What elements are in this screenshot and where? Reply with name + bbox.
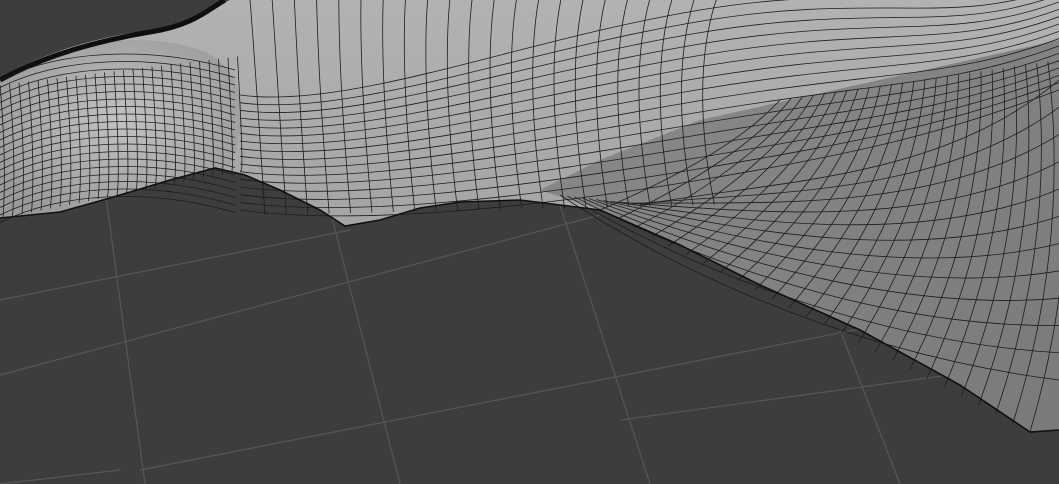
mesh-object[interactable] [0,0,1059,433]
3d-viewport[interactable] [0,0,1059,484]
grid-line [0,469,121,484]
grid-line [329,209,401,484]
grid-line [559,204,651,484]
grid-line [0,214,601,376]
grid-line [104,189,146,484]
grid-line [839,329,901,484]
grid-line [0,229,351,301]
viewport-canvas[interactable] [0,0,1059,484]
